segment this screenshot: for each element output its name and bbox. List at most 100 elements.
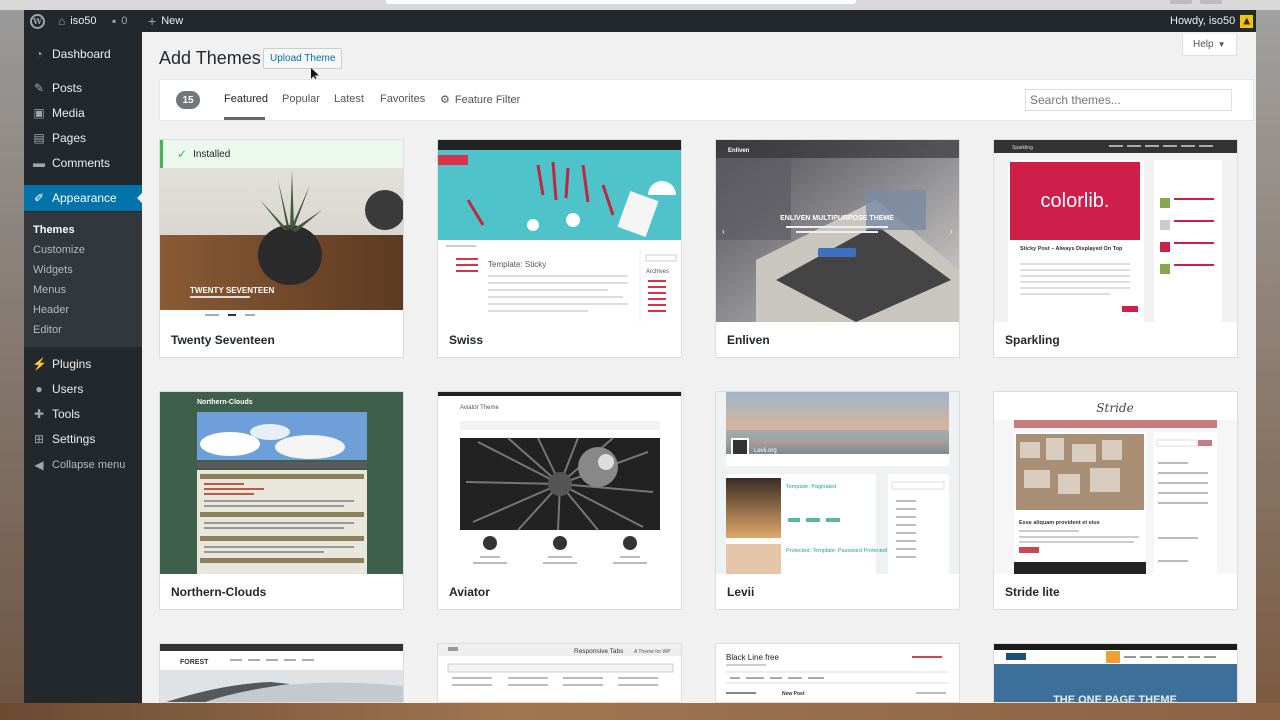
settings-icon: ⊞: [33, 431, 45, 446]
svg-text:Levii.org: Levii.org: [754, 448, 777, 454]
sidebar-item-users[interactable]: ● Users: [24, 376, 142, 401]
theme-name: Levii: [727, 585, 755, 599]
theme-screenshot: Aviator Theme: [438, 392, 681, 574]
theme-card-black-line[interactable]: Black Line free New Post: [715, 643, 960, 703]
page-title: Add Themes: [159, 48, 261, 68]
sidebar-item-settings[interactable]: ⊞ Settings: [24, 426, 142, 451]
submenu-item-themes[interactable]: Themes: [33, 224, 75, 236]
sidebar-item-posts[interactable]: ✎ Posts: [24, 75, 142, 100]
sidebar-item-plugins[interactable]: ⚡ Plugins: [24, 351, 142, 376]
comments-icon: ▬: [33, 155, 45, 170]
preview-hero-title: ENLIVEN MULTIPURPOSE THEME: [780, 215, 894, 222]
browser-window: W ⌂ iso50 ▪ 0 + New Howdy, iso50 ◔ Dashb…: [24, 10, 1256, 703]
tab-featured[interactable]: Featured: [224, 93, 268, 105]
active-tab-indicator: [224, 117, 265, 120]
sidebar-item-label: Appearance: [52, 191, 117, 205]
svg-text:Sparkling: Sparkling: [1012, 145, 1033, 151]
theme-card-forest[interactable]: FOREST: [159, 643, 404, 703]
avatar: [1240, 14, 1254, 28]
tab-latest[interactable]: Latest: [334, 93, 364, 105]
sidebar-item-label: Tools: [52, 406, 81, 421]
appearance-submenu: Themes Customize Widgets Menus Header Ed…: [24, 212, 142, 347]
theme-screenshot: Northern-Clouds: [160, 392, 403, 574]
theme-card-responsive-tabs[interactable]: Responsive Tabs A Theme for WP: [437, 643, 682, 703]
preview-brand-text: colorlib.: [1041, 190, 1110, 212]
theme-screenshot: Template: Sticky Archives: [438, 140, 681, 322]
sidebar-item-comments[interactable]: ▬ Comments: [24, 150, 142, 175]
sidebar-item-appearance[interactable]: ✐ Appearance: [24, 185, 143, 211]
submenu-item-editor[interactable]: Editor: [33, 324, 62, 336]
theme-name: Enliven: [727, 333, 770, 347]
theme-screenshot: Levii.org Template: Paginated Protected:…: [716, 392, 959, 574]
account-menu[interactable]: Howdy, iso50: [1170, 10, 1254, 32]
preview-site-title: Aviator Theme: [460, 405, 499, 411]
theme-name: Stride lite: [1005, 585, 1060, 599]
theme-card-stride-lite[interactable]: Stride Esse aliquam provident et eius St…: [993, 391, 1238, 610]
theme-screenshot: TWENTY SEVENTEEN ✓ Installed: [160, 140, 403, 322]
wordpress-icon: W: [30, 13, 45, 29]
sidebar-item-label: Plugins: [52, 356, 92, 371]
tab-favorites[interactable]: Favorites: [380, 93, 425, 105]
sidebar-item-label: Media: [52, 105, 85, 120]
theme-card-one-page[interactable]: THE ONE PAGE THEME: [993, 643, 1238, 703]
sidebar-item-pages[interactable]: ▤ Pages: [24, 125, 142, 150]
preview-post-title: Sticky Post – Always Displayed On Top: [1020, 246, 1123, 252]
sidebar-item-tools[interactable]: ✚ Tools: [24, 401, 142, 426]
preview-post-title: Template: Sticky: [488, 260, 546, 269]
new-content-link[interactable]: + New: [148, 10, 183, 32]
comments-link[interactable]: ▪ 0: [112, 10, 127, 32]
sidebar-item-dashboard[interactable]: ◔ Dashboard: [24, 41, 142, 66]
collapse-menu-button[interactable]: ◀ Collapse menu: [24, 452, 142, 477]
theme-card-enliven[interactable]: Enliven ENLIVEN MULTIPURPOSE THEME ‹ › En…: [715, 139, 960, 358]
preview-post-title: Esse aliquam provident et eius: [1019, 520, 1100, 526]
submenu-item-widgets[interactable]: Widgets: [33, 264, 73, 276]
pushpin-icon: ✎: [33, 80, 45, 95]
browser-button[interactable]: [1200, 0, 1222, 4]
preview-post-title: Template: Paginated: [786, 484, 836, 490]
collapse-arrow-icon: ◀: [34, 457, 44, 472]
levii-preview: Levii.org Template: Paginated Protected:…: [716, 392, 959, 574]
sidebar-item-media[interactable]: ▣ Media: [24, 100, 142, 125]
tab-feature-filter[interactable]: ⚙ Feature Filter: [440, 93, 520, 107]
theme-screenshot: Sparkling colorlib. Sticky Post – Always…: [994, 140, 1237, 322]
wordpress-logo-button[interactable]: W: [30, 10, 45, 32]
new-label: New: [161, 15, 184, 27]
upload-theme-button[interactable]: Upload Theme: [263, 48, 343, 69]
checkmark-icon: ✓: [177, 147, 188, 161]
dashboard-icon: ◔: [35, 46, 43, 61]
stride-lite-preview: Stride Esse aliquam provident et eius: [994, 392, 1237, 574]
plug-icon: ⚡: [32, 356, 47, 371]
theme-card-aviator[interactable]: Aviator Theme Aviator: [437, 391, 682, 610]
site-name-link[interactable]: ⌂ iso50: [58, 10, 97, 32]
sidebar-item-label: Dashboard: [52, 46, 111, 61]
tab-popular[interactable]: Popular: [282, 93, 320, 105]
pages-icon: ▤: [33, 130, 45, 145]
theme-name: Northern-Clouds: [171, 585, 267, 599]
svg-text:‹: ‹: [722, 227, 725, 236]
browser-chrome: [0, 0, 1280, 10]
theme-card-swiss[interactable]: Template: Sticky Archives Swiss: [437, 139, 682, 358]
sidebar-item-label: Posts: [52, 80, 83, 95]
home-icon: ⌂: [58, 14, 66, 28]
sparkling-preview: Sparkling colorlib. Sticky Post – Always…: [994, 140, 1237, 322]
theme-card-twenty-seventeen[interactable]: TWENTY SEVENTEEN ✓ Installed Twenty Seve…: [159, 139, 404, 358]
search-themes-input[interactable]: [1025, 89, 1232, 111]
theme-name: Twenty Seventeen: [171, 333, 275, 347]
browser-button[interactable]: [1170, 0, 1192, 4]
submenu-item-menus[interactable]: Menus: [33, 284, 66, 296]
admin-bar: W ⌂ iso50 ▪ 0 + New Howdy, iso50: [24, 10, 1256, 32]
preview-site-title: Northern-Clouds: [197, 399, 253, 406]
preview-hero-title: THE ONE PAGE THEME: [1053, 694, 1177, 703]
theme-card-sparkling[interactable]: Sparkling colorlib. Sticky Post – Always…: [993, 139, 1238, 358]
aviator-preview: Aviator Theme: [438, 392, 681, 574]
comment-count: 0: [121, 15, 128, 27]
svg-text:›: ›: [950, 227, 953, 236]
submenu-item-customize[interactable]: Customize: [33, 244, 85, 256]
preview-sidebar-title: Archives: [646, 269, 669, 275]
submenu-item-header[interactable]: Header: [33, 304, 69, 316]
address-bar[interactable]: [386, 0, 856, 4]
theme-card-northern-clouds[interactable]: Northern-Clouds Northern-Clouds: [159, 391, 404, 610]
sidebar-item-label: Users: [52, 381, 84, 396]
help-tab-button[interactable]: Help ▼: [1182, 34, 1237, 56]
theme-card-levii[interactable]: Levii.org Template: Paginated Protected:…: [715, 391, 960, 610]
